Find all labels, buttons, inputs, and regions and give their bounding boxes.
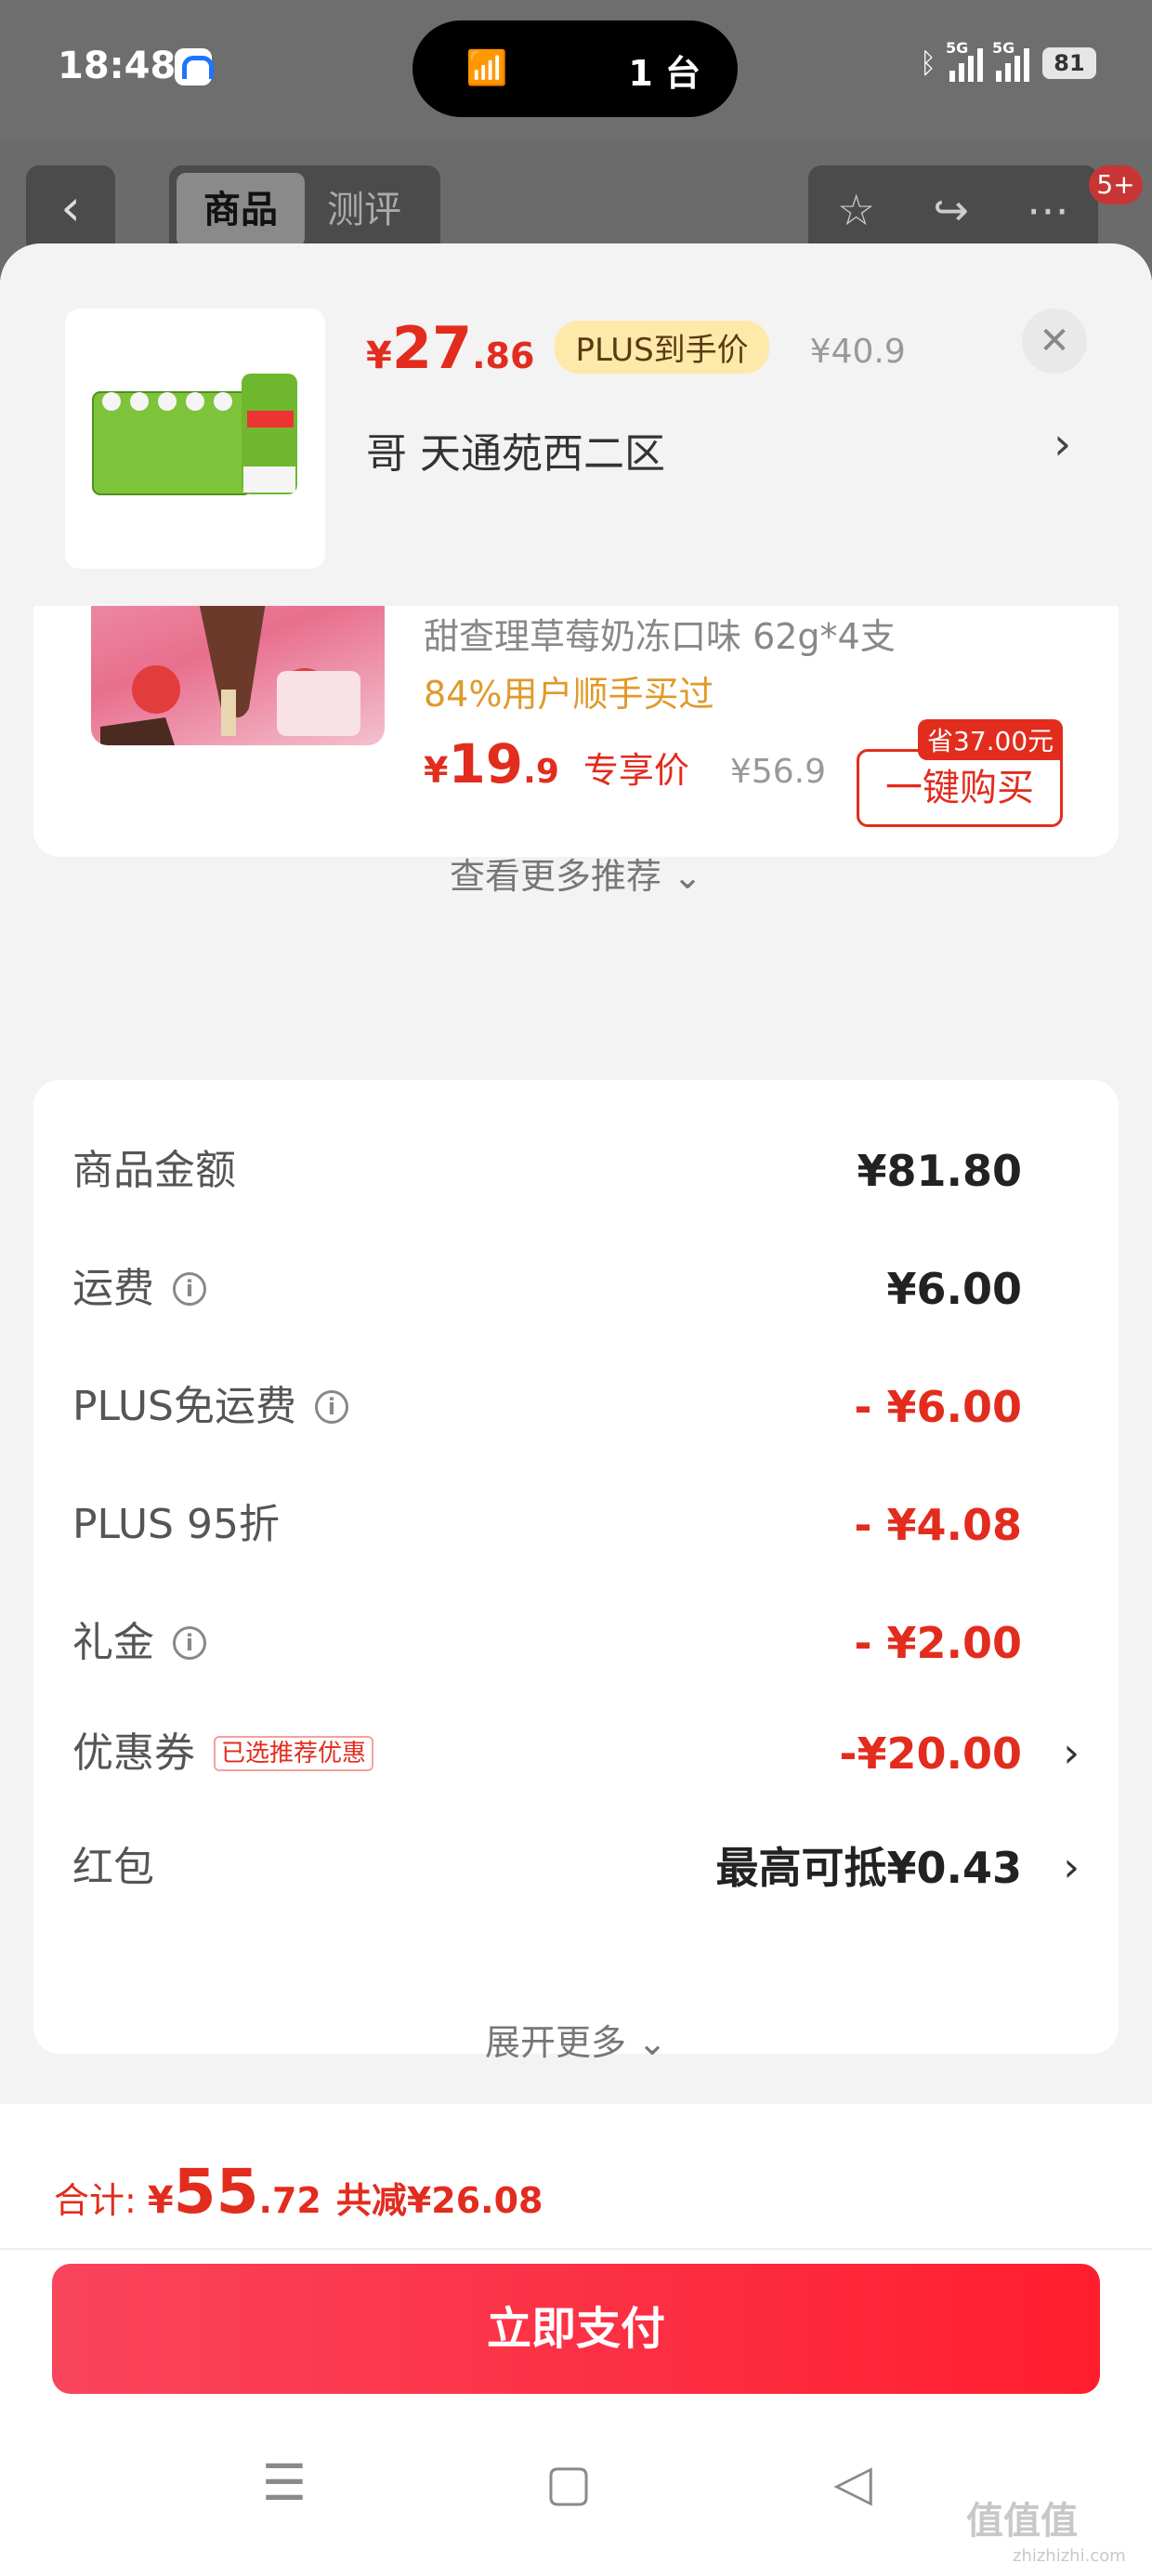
fee-label-text: 红包 — [72, 1844, 154, 1891]
watermark: 值值值 — [966, 2500, 1078, 2543]
fee-value: ¥81.80 — [857, 1146, 1022, 1196]
total-integer: 55 — [173, 2156, 259, 2228]
sheet-header: ¥ 27 .86 PLUS到手价 ¥40.9 ✕ 哥 天通苑西二区 › — [0, 243, 1152, 606]
plus-price-tag: PLUS到手价 — [555, 321, 769, 374]
price-integer: 27 — [391, 314, 473, 382]
message-badge: 5+ — [1089, 165, 1143, 204]
fee-value: - ¥6.00 — [854, 1382, 1022, 1432]
info-icon[interactable]: i — [173, 1626, 206, 1660]
price-currency: ¥ — [366, 335, 392, 377]
fee-label-text: 礼金 — [72, 1619, 154, 1666]
fee-value: 最高可抵¥0.43 — [715, 1843, 1022, 1893]
close-button[interactable]: ✕ — [1022, 309, 1087, 374]
recommendation-subtitle: 甜查理草莓奶冻口味 62g*4支 — [424, 616, 896, 657]
delivery-address[interactable]: 哥 天通苑西二区 — [366, 420, 665, 480]
fee-value: - ¥2.00 — [854, 1618, 1022, 1668]
chevron-down-icon: ⌄ — [637, 2022, 667, 2063]
product-page-nav: ‹ 商品 测评 ☆ ↪ ⋯ — [0, 139, 1152, 255]
price-currency: ¥ — [424, 750, 449, 791]
battery-icon: 81 — [1042, 47, 1096, 79]
info-icon[interactable]: i — [315, 1390, 348, 1424]
product-tabs: 商品 测评 — [169, 165, 440, 255]
more-recommendations-label: 查看更多推荐 — [450, 856, 662, 897]
recommendation-bought-rate: 84%用户顺手买过 — [424, 674, 714, 715]
status-icons: ᛒ 5G 5G 81 — [920, 39, 1096, 82]
fee-label: 礼金 i — [72, 1606, 206, 1680]
fee-value: - ¥4.08 — [854, 1500, 1022, 1550]
status-bar: 18:48 📶 1 台 ᛒ 5G 5G 81 — [0, 0, 1152, 139]
order-total: 合计: ¥ 55 .72 共减¥26.08 — [54, 2156, 543, 2228]
fee-row: PLUS 95折 - ¥4.08 — [72, 1488, 1080, 1562]
bluetooth-icon: ᛒ — [920, 46, 936, 80]
share-icon[interactable]: ↪ — [933, 185, 969, 235]
fee-row[interactable]: 红包 最高可抵¥0.43 › — [72, 1831, 1080, 1905]
tab-product[interactable]: 商品 — [177, 173, 305, 247]
price-decimal: .86 — [472, 335, 535, 376]
fee-label: 商品金额 — [72, 1134, 236, 1208]
fee-label: PLUS 95折 — [72, 1488, 280, 1562]
original-price: ¥56.9 — [729, 753, 826, 791]
more-recommendations-link[interactable]: 查看更多推荐 ⌄ — [33, 848, 1119, 899]
tab-review[interactable]: 测评 — [327, 173, 429, 247]
original-price: ¥40.9 — [809, 333, 906, 371]
star-icon[interactable]: ☆ — [837, 185, 875, 235]
coupon-selected-tag: 已选推荐优惠 — [214, 1736, 374, 1771]
fee-row[interactable]: 优惠券 已选推荐优惠 -¥20.00 › — [72, 1716, 1080, 1791]
expand-more-label: 展开更多 — [485, 2022, 627, 2063]
signal-icon: 5G — [992, 39, 1029, 82]
fee-value: ¥6.00 — [886, 1264, 1022, 1314]
fee-label-text: PLUS免运费 — [72, 1383, 296, 1430]
signal-icon: 5G — [946, 39, 983, 82]
app-notification-icon — [175, 48, 214, 85]
fee-label: 优惠券 已选推荐优惠 — [72, 1716, 374, 1791]
expand-more-link[interactable]: 展开更多 ⌄ — [33, 2014, 1119, 2065]
fee-label-text: 运费 — [72, 1265, 154, 1312]
fee-row: 运费 i ¥6.00 — [72, 1252, 1080, 1326]
product-thumbnail — [65, 309, 325, 569]
savings-badge: 省37.00元 — [918, 719, 1064, 760]
chevron-right-icon[interactable]: › — [1054, 418, 1071, 470]
chevron-right-icon[interactable]: › — [1063, 1716, 1080, 1791]
menu-icon[interactable]: ☰ — [247, 2453, 321, 2512]
fee-row: 礼金 i - ¥2.00 — [72, 1606, 1080, 1680]
pay-now-button[interactable]: 立即支付 — [52, 2264, 1100, 2394]
total-currency: ¥ — [147, 2179, 174, 2222]
fee-row: 商品金额 ¥81.80 — [72, 1134, 1080, 1208]
dynamic-island: 📶 1 台 — [412, 20, 738, 117]
fee-label-text: 优惠券 — [72, 1729, 195, 1777]
home-icon[interactable]: ▢ — [531, 2453, 606, 2512]
chevron-right-icon[interactable]: › — [1063, 1831, 1080, 1905]
fee-label: PLUS免运费 i — [72, 1370, 348, 1444]
price-integer: 19 — [448, 732, 524, 795]
price-decimal: .9 — [523, 753, 559, 791]
back-button[interactable]: ‹ — [26, 165, 115, 255]
back-triangle-icon[interactable]: ◁ — [816, 2453, 890, 2512]
watermark-url: zhizhizhi.com — [1013, 2546, 1126, 2566]
recommendation-price: ¥ 19 .9 专享价 ¥56.9 — [424, 732, 826, 795]
status-time: 18:48 — [58, 45, 177, 87]
fee-label-text: PLUS 95折 — [72, 1501, 280, 1548]
total-discount: 共减¥26.08 — [335, 2180, 543, 2221]
fee-label: 红包 — [72, 1831, 154, 1905]
dynamic-island-text: 1 台 — [628, 53, 700, 94]
sheet-price: ¥ 27 .86 PLUS到手价 ¥40.9 — [366, 314, 906, 382]
one-click-buy-button[interactable]: 一键购买 — [857, 749, 1063, 827]
fee-label: 运费 i — [72, 1252, 206, 1326]
more-icon[interactable]: ⋯ — [1027, 185, 1069, 235]
fee-row: PLUS免运费 i - ¥6.00 — [72, 1370, 1080, 1444]
product-actions: ☆ ↪ ⋯ — [808, 165, 1098, 255]
exclusive-price-label: 专享价 — [583, 750, 689, 791]
total-label: 合计: — [54, 2180, 137, 2221]
hotspot-icon: 📶 — [465, 49, 508, 87]
info-icon[interactable]: i — [173, 1272, 206, 1306]
fee-label-text: 商品金额 — [72, 1147, 236, 1194]
chevron-down-icon: ⌄ — [673, 856, 702, 897]
total-decimal: .72 — [258, 2180, 321, 2221]
fee-breakdown-card: 商品金额 ¥81.80 运费 i ¥6.00 PLUS免运费 i - ¥6.00 PLUS 95… — [33, 1080, 1119, 2063]
fee-value: -¥20.00 — [839, 1728, 1022, 1779]
